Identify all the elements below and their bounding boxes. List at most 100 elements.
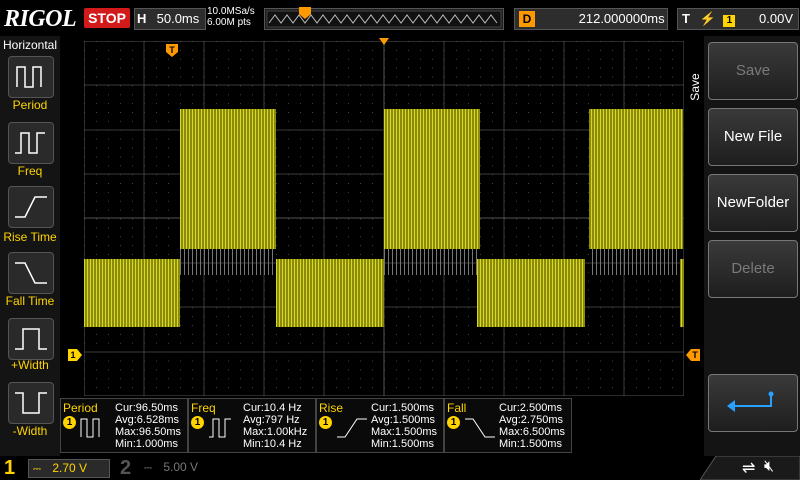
period-icon (80, 418, 100, 438)
usb-icon: ⇌ (742, 460, 756, 477)
freq-icon (15, 132, 45, 154)
current-value: Cur:1.500ms (371, 402, 434, 414)
period-label: Period (12, 98, 48, 112)
max-value: Max:1.00kHz (243, 426, 308, 438)
center-arrow-icon (379, 38, 389, 45)
average-value: Avg:797 Hz (243, 414, 300, 426)
ch1-number: 1 (4, 457, 16, 479)
save-menu-title-wrap: Save (688, 68, 702, 108)
positive-width-label: +Width (11, 358, 49, 372)
sample-rate: 10.0MSa/s (207, 6, 255, 17)
save-menu-title: Save (688, 73, 702, 101)
brand-logo: RIGOL (4, 6, 77, 32)
rise-time-icon (15, 196, 47, 218)
measurement-period[interactable]: Period 1 Cur:96.50ms Avg:6.528ms Max:96.… (60, 398, 188, 453)
rise-time-label: Rise Time (3, 230, 57, 244)
waveform-display[interactable] (84, 41, 684, 396)
ch1-status[interactable]: 1 ⎓ 2.70 V (0, 456, 110, 480)
trigger-key: T (682, 11, 690, 26)
delay-box[interactable]: D 212.000000ms (514, 8, 668, 30)
timebase-box[interactable]: H 50.0ms (134, 8, 206, 30)
memory-position-bar[interactable] (264, 7, 504, 30)
measurement-name: Freq (191, 401, 216, 415)
measurement-values: Cur:1.500ms Avg:1.500ms Max:1.500ms Min:… (371, 402, 437, 450)
rise-icon (337, 418, 367, 438)
current-value: Cur:2.500ms (499, 402, 562, 414)
acquisition-info: 10.0MSa/s 6.00M pts (207, 6, 255, 28)
measurement-name: Rise (319, 401, 344, 415)
freq-label: Freq (17, 164, 43, 178)
period-icon (16, 66, 42, 88)
memory-trigger-marker (299, 7, 311, 19)
delay-value: 212.000000ms (578, 11, 665, 26)
fall-time-icon (15, 262, 47, 284)
save-button[interactable]: Save (708, 42, 798, 100)
delete-button[interactable]: Delete (708, 240, 798, 298)
rise-time-button[interactable] (8, 186, 54, 228)
period-button[interactable] (8, 56, 54, 98)
positive-width-button[interactable] (8, 318, 54, 360)
trigger-box[interactable]: T ⚡ 1 0.00V (677, 8, 799, 30)
freq-icon (209, 418, 231, 438)
trigger-level-label: T (692, 350, 698, 360)
measurement-fall[interactable]: Fall 1 Cur:2.500ms Avg:2.750ms Max:6.500… (444, 398, 572, 453)
trigger-position-marker[interactable]: T (166, 44, 178, 57)
horizontal-menu: Horizontal Period Freq Rise Time Fall Ti… (0, 36, 60, 456)
delay-key: D (519, 11, 535, 27)
min-value: Min:1.500ms (371, 438, 434, 450)
ch2-coupling-icon: ⎓ (144, 463, 152, 474)
timebase-value: 50.0ms (156, 11, 200, 26)
max-value: Max:96.50ms (115, 426, 182, 438)
trigger-level-marker[interactable]: T (686, 349, 700, 361)
return-arrow-icon (727, 391, 774, 412)
fall-time-button[interactable] (8, 252, 54, 294)
menu-title: Horizontal (2, 38, 58, 52)
fall-time-label: Fall Time (5, 294, 55, 308)
return-button[interactable] (708, 374, 798, 432)
ch1-coupling-icon: ⎓ (33, 464, 41, 475)
average-value: Avg:2.750ms (499, 414, 564, 426)
ch1-scale-box: ⎓ 2.70 V (28, 459, 110, 478)
current-value: Cur:96.50ms (115, 402, 178, 414)
max-value: Max:1.500ms (371, 426, 438, 438)
average-value: Avg:1.500ms (371, 414, 436, 426)
channel-badge: 1 (319, 416, 332, 429)
min-value: Min:1.000ms (115, 438, 178, 450)
speaker-mute-icon[interactable]: 🔇︎ (764, 458, 774, 476)
negative-width-button[interactable] (8, 382, 54, 424)
trigger-source: 1 (723, 15, 736, 27)
max-value: Max:6.500ms (499, 426, 566, 438)
average-value: Avg:6.528ms (115, 414, 180, 426)
measurement-values: Cur:10.4 Hz Avg:797 Hz Max:1.00kHz Min:1… (243, 402, 307, 450)
freq-button[interactable] (8, 122, 54, 164)
ch1-ground-marker[interactable]: 1 (68, 349, 82, 361)
new-file-button[interactable]: New File (708, 108, 798, 166)
new-folder-button[interactable]: NewFolder (708, 174, 798, 232)
min-value: Min:1.500ms (499, 438, 562, 450)
channel-badge: 1 (191, 416, 204, 429)
ch1-ground-label: 1 (70, 350, 75, 360)
ch2-scale-box: ⎓ 5.00 V (140, 459, 214, 476)
measurement-rise[interactable]: Rise 1 Cur:1.500ms Avg:1.500ms Max:1.500… (316, 398, 444, 453)
trigger-level: 0.00V (759, 11, 793, 26)
measurement-values: Cur:96.50ms Avg:6.528ms Max:96.50ms Min:… (115, 402, 181, 450)
negative-width-label: -Width (12, 424, 48, 438)
ch2-number: 2 (120, 457, 132, 479)
negative-width-icon (15, 392, 47, 414)
channel-badge: 1 (63, 416, 76, 429)
channel-badge: 1 (447, 416, 460, 429)
trigger-edge-icon: ⚡ (699, 11, 716, 26)
measurement-name: Fall (447, 401, 467, 415)
top-status-bar: RIGOL STOP H 50.0ms 10.0MSa/s 6.00M pts … (0, 0, 800, 36)
measurement-name: Period (63, 401, 98, 415)
fall-icon (465, 418, 495, 438)
ch2-scale: 5.00 V (163, 460, 199, 474)
trigger-position-label: T (169, 45, 175, 55)
min-value: Min:10.4 Hz (243, 438, 302, 450)
positive-width-icon (15, 328, 47, 350)
horizontal-key: H (137, 11, 147, 26)
save-menu: Save New File NewFolder Delete (704, 36, 800, 456)
ch2-status[interactable]: 2 ⎓ 5.00 V (116, 456, 216, 480)
measurement-freq[interactable]: Freq 1 Cur:10.4 Hz Avg:797 Hz Max:1.00kH… (188, 398, 316, 453)
run-stop-indicator[interactable]: STOP (84, 8, 130, 28)
